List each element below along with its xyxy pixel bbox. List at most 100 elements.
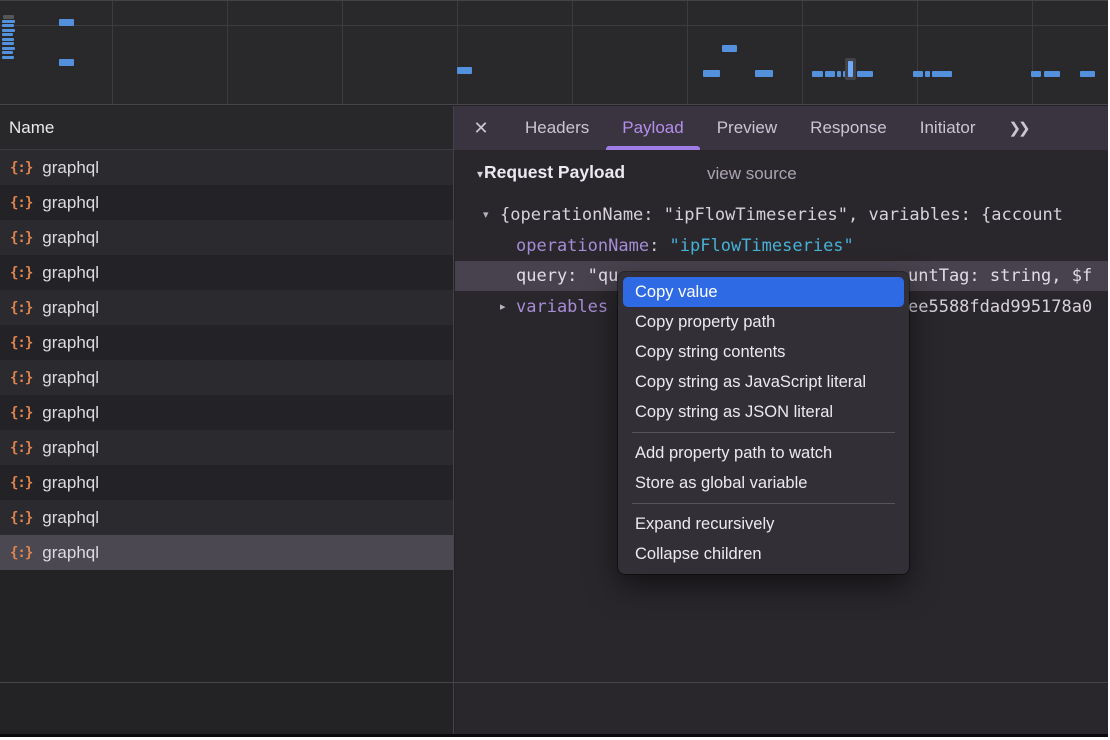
selected-request-marker-bar xyxy=(848,61,853,77)
waterfall-bar xyxy=(2,47,15,50)
waterfall-bar xyxy=(2,29,15,32)
tab-headers[interactable]: Headers xyxy=(525,106,589,150)
request-name: graphql xyxy=(42,543,99,563)
menu-separator xyxy=(632,432,895,433)
payload-preview-text: {operationName: "ipFlowTimeseries", vari… xyxy=(500,200,1063,230)
network-request-row[interactable]: {:} graphql xyxy=(0,290,453,325)
tab-preview[interactable]: Preview xyxy=(717,106,777,150)
waterfall-gridline xyxy=(917,1,918,104)
waterfall-bar xyxy=(932,71,952,77)
request-name: graphql xyxy=(42,508,99,528)
waterfall-bar xyxy=(913,71,923,77)
waterfall-bar xyxy=(722,45,737,52)
network-request-row[interactable]: {:} graphql xyxy=(0,500,453,535)
waterfall-bar xyxy=(2,38,14,41)
variables-right-text: ee5588fdad995178a0 xyxy=(908,292,1092,322)
view-source-link[interactable]: view source xyxy=(707,164,797,184)
json-file-icon: {:} xyxy=(10,230,32,246)
payload-root-row[interactable]: ▾ {operationName: "ipFlowTimeseries", va… xyxy=(455,200,1108,230)
json-file-icon: {:} xyxy=(10,265,32,281)
operation-name-row[interactable]: operationName: "ipFlowTimeseries" xyxy=(455,231,1108,261)
network-request-row[interactable]: {:} graphql xyxy=(0,185,453,220)
network-request-row[interactable]: {:}graphql xyxy=(0,395,453,430)
property-key: operationName xyxy=(516,236,649,256)
tab-payload[interactable]: Payload xyxy=(622,106,683,150)
name-column-label: Name xyxy=(9,118,54,138)
devtools-network-panel: Name ✕ Headers Payload Preview Response Init… xyxy=(0,0,1108,737)
request-name: graphql xyxy=(42,193,99,213)
panel-splitter[interactable] xyxy=(453,106,454,734)
waterfall-gridline xyxy=(572,1,573,104)
tab-initiator[interactable]: Initiator xyxy=(920,106,976,150)
waterfall-bar xyxy=(2,56,14,59)
network-request-row[interactable]: {:} graphql xyxy=(0,220,453,255)
request-name: graphql xyxy=(42,368,99,388)
json-file-icon: {:} xyxy=(10,545,32,561)
waterfall-bar xyxy=(1080,71,1095,77)
collapsed-triangle-icon: ▸ xyxy=(500,292,506,322)
json-file-icon: {:} xyxy=(10,440,32,456)
close-icon[interactable]: ✕ xyxy=(470,118,492,139)
waterfall-bar xyxy=(2,42,14,45)
waterfall-bar xyxy=(825,71,835,77)
waterfall-bar xyxy=(1044,71,1060,77)
waterfall-bar xyxy=(703,70,720,77)
overview-ruler-divider xyxy=(0,25,1108,26)
menu-item-expand-recursively[interactable]: Expand recursively xyxy=(618,509,909,539)
json-file-icon: {:} xyxy=(10,160,32,176)
menu-item-collapse-children[interactable]: Collapse children xyxy=(618,539,909,569)
waterfall-bar xyxy=(925,71,930,77)
network-request-row[interactable]: {:} graphql xyxy=(0,325,453,360)
request-name: graphql xyxy=(42,333,99,353)
network-request-row[interactable]: {:}graphql xyxy=(0,430,453,465)
json-file-icon: {:} xyxy=(10,475,32,491)
request-payload-section-title[interactable]: ▾Request Payload xyxy=(477,162,625,183)
waterfall-bar xyxy=(755,70,773,77)
waterfall-gridline xyxy=(342,1,343,104)
network-request-row[interactable]: {:} graphql xyxy=(0,360,453,395)
menu-item-copy-value[interactable]: Copy value xyxy=(623,277,904,307)
waterfall-gridline xyxy=(227,1,228,104)
waterfall-bar xyxy=(812,71,823,77)
request-name: graphql xyxy=(42,298,99,318)
waterfall-gridline xyxy=(112,1,113,104)
network-request-list: {:} graphql {:} graphql {:} graphql {:} graphql… xyxy=(0,150,453,734)
menu-item-copy-string-as-json-literal[interactable]: Copy string as JSON literal xyxy=(618,397,909,427)
json-file-icon: {:} xyxy=(10,510,32,526)
context-menu: Copy valueCopy property pathCopy string … xyxy=(618,272,909,574)
menu-separator xyxy=(632,503,895,504)
menu-item-store-as-global-variable[interactable]: Store as global variable xyxy=(618,468,909,498)
menu-item-copy-string-as-javascript-literal[interactable]: Copy string as JavaScript literal xyxy=(618,367,909,397)
network-request-row[interactable]: {:} graphql xyxy=(0,150,453,185)
request-name: graphql xyxy=(42,473,99,493)
waterfall-bar xyxy=(59,59,74,66)
network-request-row[interactable]: {:} graphql xyxy=(0,535,453,570)
property-value: "ipFlowTimeseries" xyxy=(670,236,854,256)
network-overview-waterfall[interactable] xyxy=(0,0,1108,105)
waterfall-bar xyxy=(2,20,15,23)
json-file-icon: {:} xyxy=(10,335,32,351)
waterfall-bar xyxy=(837,71,841,77)
menu-item-copy-property-path[interactable]: Copy property path xyxy=(618,307,909,337)
waterfall-bar xyxy=(2,33,13,36)
footer-divider xyxy=(0,682,1108,683)
waterfall-bar xyxy=(857,71,873,77)
query-left-text: query: "qu xyxy=(516,261,618,291)
name-column-header[interactable]: Name xyxy=(0,106,453,150)
collapse-triangle-icon: ▾ xyxy=(477,167,483,181)
menu-item-copy-string-contents[interactable]: Copy string contents xyxy=(618,337,909,367)
waterfall-bar xyxy=(3,15,14,19)
request-name: graphql xyxy=(42,228,99,248)
menu-item-add-property-path-to-watch[interactable]: Add property path to watch xyxy=(618,438,909,468)
json-file-icon: {:} xyxy=(10,370,32,386)
request-name: graphql xyxy=(42,263,99,283)
network-request-row[interactable]: {:} graphql xyxy=(0,255,453,290)
network-request-row[interactable]: {:} graphql xyxy=(0,465,453,500)
json-file-icon: {:} xyxy=(10,300,32,316)
request-name: graphql xyxy=(42,158,99,178)
json-file-icon: {:} xyxy=(10,195,32,211)
more-tabs-icon[interactable]: ❯❯ xyxy=(1008,119,1033,137)
tab-response[interactable]: Response xyxy=(810,106,887,150)
expanded-triangle-icon: ▾ xyxy=(483,200,489,230)
waterfall-bar xyxy=(1031,71,1041,77)
